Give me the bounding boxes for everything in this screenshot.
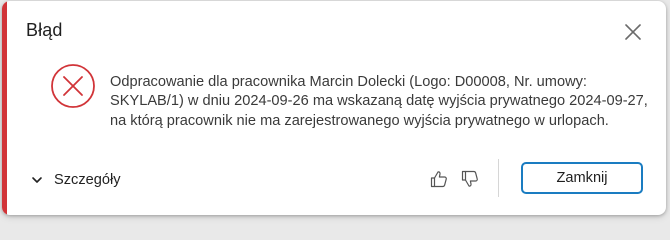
footer-divider: [498, 159, 499, 197]
dialog-title: Błąd: [26, 20, 63, 40]
details-label: Szczegóły: [54, 172, 121, 188]
thumbs-down-icon[interactable]: [460, 169, 480, 189]
details-toggle[interactable]: Szczegóły: [30, 169, 121, 191]
error-dialog: Błąd Odpracowanie dla pracownika Marcin …: [2, 1, 666, 215]
close-button[interactable]: [618, 17, 648, 47]
error-message: Odpracowanie dla pracownika Marcin Dolec…: [110, 74, 648, 129]
error-accent-bar: [2, 1, 7, 215]
chevron-down-icon: [32, 177, 42, 183]
close-dialog-button[interactable]: Zamknij: [521, 162, 643, 194]
thumbs-up-icon[interactable]: [429, 169, 449, 189]
close-icon: [625, 24, 641, 40]
error-icon: [51, 64, 95, 108]
